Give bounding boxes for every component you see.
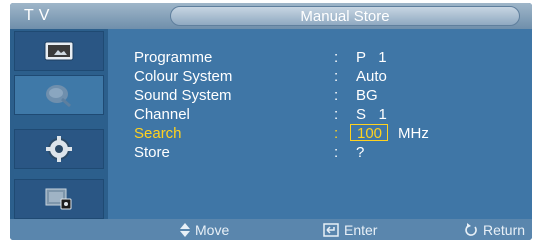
menu-row-channel[interactable]: Channel : S 1 [134, 106, 524, 125]
menu-row-programme[interactable]: Programme : P 1 [134, 49, 524, 68]
sidebar-item-input[interactable] [14, 179, 104, 219]
menu-value: S 1 [356, 106, 387, 123]
menu-label: Colour System [134, 68, 233, 85]
search-frequency-value: 100 [357, 125, 383, 142]
menu-value: BG [356, 87, 378, 104]
menu-row-sound-system[interactable]: Sound System : BG [134, 87, 524, 106]
menu-colon: : [334, 125, 339, 142]
setup-gear-icon [46, 136, 72, 162]
menu-label: Store [134, 144, 170, 161]
menu-colon: : [334, 144, 339, 161]
menu-label: Sound System [134, 87, 232, 104]
menu-label: Search [134, 125, 182, 142]
menu-row-colour-system[interactable]: Colour System : Auto [134, 68, 524, 87]
menu-value: Auto [356, 68, 387, 85]
title-bar: TV Manual Store [10, 3, 532, 29]
menu-value: P 1 [356, 49, 387, 66]
return-icon [465, 223, 477, 236]
menu-row-search[interactable]: Search : 100 MHz [134, 124, 524, 144]
search-frequency-unit: MHz [398, 125, 429, 142]
title-pill: Manual Store [170, 6, 520, 26]
footer-enter: Enter [323, 222, 377, 238]
footer-move-label: Move [195, 222, 230, 238]
menu-row-store[interactable]: Store : ? [134, 144, 524, 163]
footer-return: Return [464, 222, 525, 238]
enter-icon [323, 223, 339, 237]
footer-left [10, 219, 108, 240]
menu-colon: : [334, 87, 339, 104]
menu-colon: : [334, 49, 339, 66]
menu-value: ? [356, 144, 365, 161]
picture-icon [44, 41, 74, 61]
sidebar [10, 29, 108, 219]
footer-bar: Move Enter Return [108, 219, 532, 240]
footer-enter-label: Enter [344, 222, 378, 238]
footer-return-label: Return [483, 222, 526, 238]
footer-move: Move [180, 222, 229, 238]
menu-label: Programme [134, 49, 213, 66]
manual-store-menu: Programme : P 1 Colour System : Auto Sou… [108, 29, 532, 219]
sidebar-item-channel[interactable] [14, 75, 104, 115]
menu-label: Channel [134, 106, 190, 123]
menu-colon: : [334, 106, 339, 123]
sidebar-item-picture[interactable] [14, 31, 104, 71]
updown-arrow-icon [180, 223, 190, 237]
sidebar-item-setup[interactable] [14, 129, 104, 169]
page-title: Manual Store [300, 8, 390, 25]
sound-satellite-icon [46, 85, 71, 108]
osd-window: TV Manual Store Programme: P 1 Colour S… [10, 3, 532, 240]
source-label: TV [24, 7, 55, 24]
input-icon [45, 188, 72, 210]
menu-colon: : [334, 68, 339, 85]
